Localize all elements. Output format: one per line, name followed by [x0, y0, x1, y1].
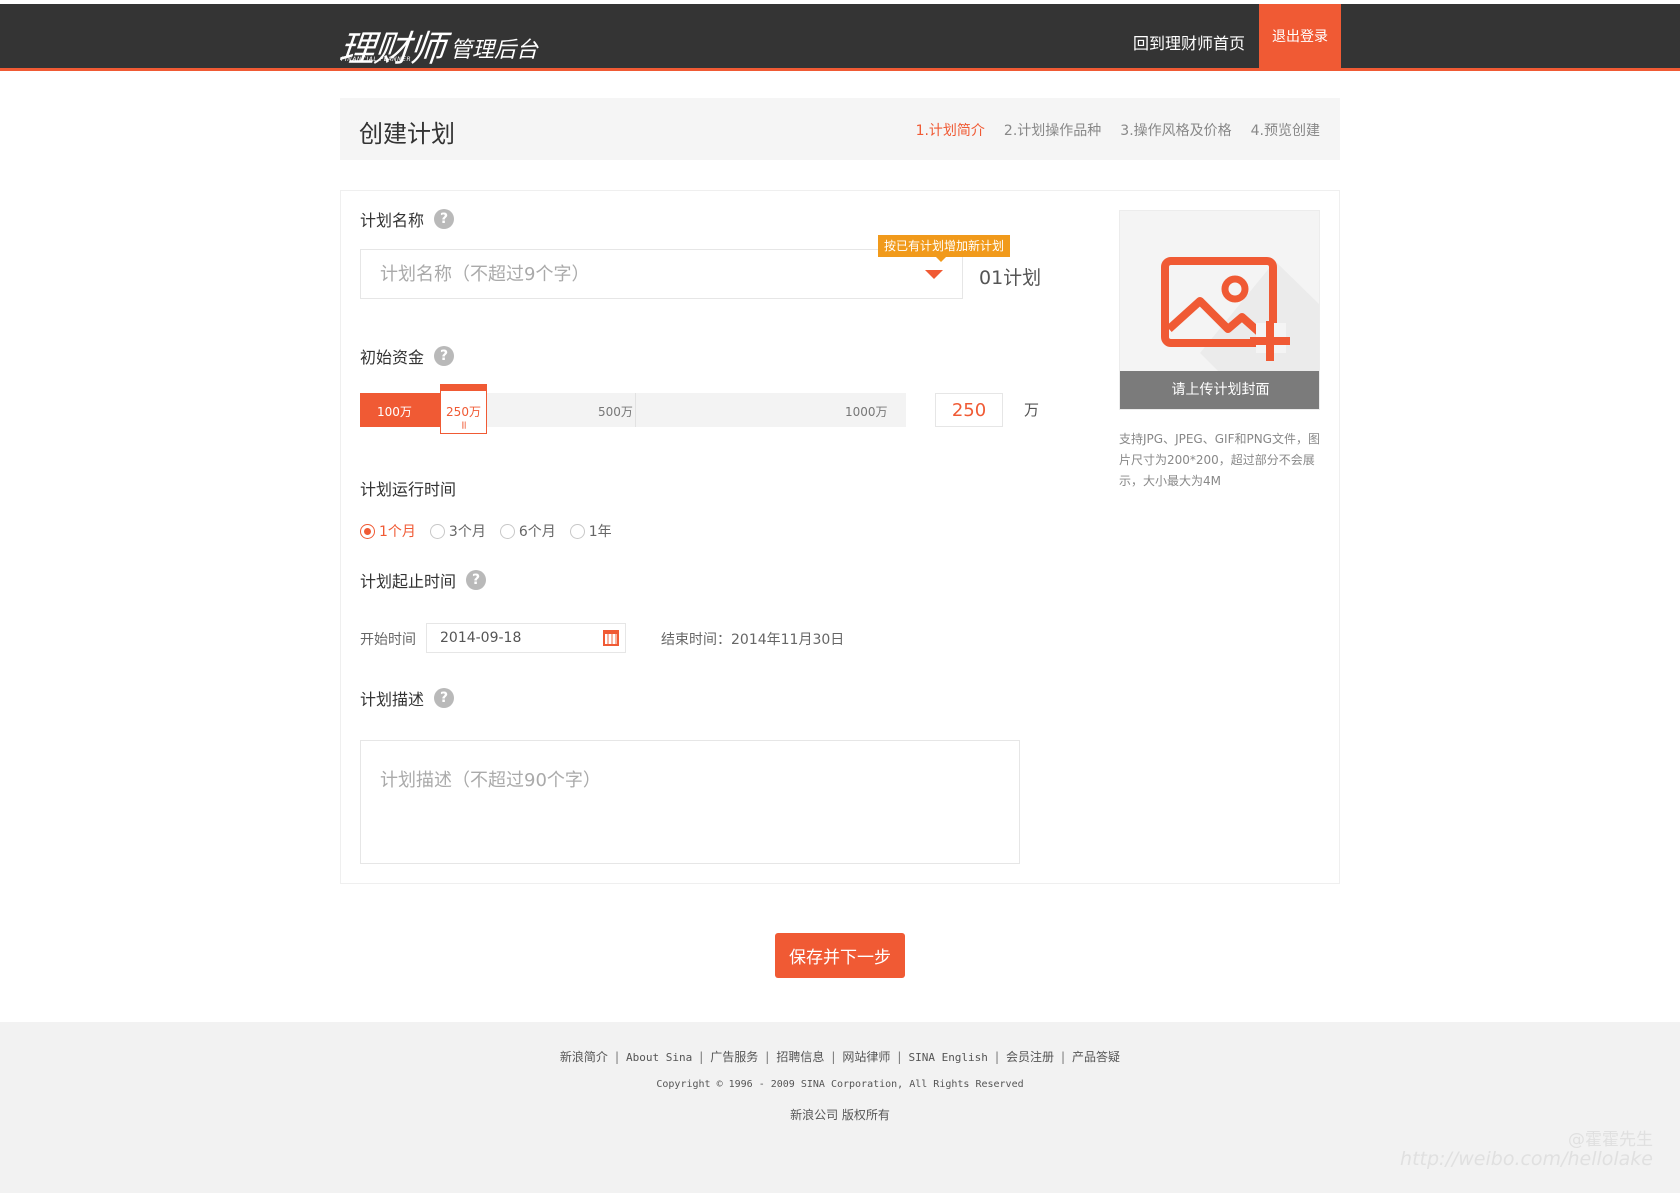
footer-separator: |: [831, 1050, 836, 1064]
duration-option-6m[interactable]: 6个月: [499, 521, 556, 541]
logo[interactable]: 理财师 FINANCIAL PLANNER 管理后台: [336, 12, 539, 70]
plan-name-suffix: 01计划: [979, 267, 1042, 289]
plan-name-label-text: 计划名称: [360, 211, 425, 230]
capital-label: 初始资金 ?: [360, 344, 455, 368]
footer-separator: |: [994, 1050, 999, 1064]
cover-upload[interactable]: 请上传计划封面: [1119, 210, 1320, 410]
logo-brand: 理财师: [336, 29, 447, 70]
step-indicator: 1.计划简介 2.计划操作品种 3.操作风格及价格 4.预览创建: [916, 120, 1320, 140]
watermark-author: @霍霍先生: [1568, 1130, 1653, 1150]
plan-form: 计划名称 ? 按已有计划增加新计划 01计划 初始资金 ? 100万 500万 …: [340, 190, 1340, 884]
step-3[interactable]: 3.操作风格及价格: [1120, 120, 1231, 140]
footer-link-about[interactable]: 新浪简介: [560, 1050, 608, 1064]
footer-link-english[interactable]: SINA English: [908, 1051, 987, 1064]
footer-link-lawyer[interactable]: 网站律师: [842, 1050, 890, 1064]
page-title: 创建计划: [359, 120, 455, 148]
existing-plan-tooltip[interactable]: 按已有计划增加新计划: [878, 235, 1011, 262]
footer-link-jobs[interactable]: 招聘信息: [776, 1050, 824, 1064]
grip-icon: |||: [461, 421, 466, 429]
save-next-button[interactable]: 保存并下一步: [775, 933, 905, 978]
step-1[interactable]: 1.计划简介: [916, 120, 985, 140]
slider-divider: [635, 393, 636, 427]
help-icon[interactable]: ?: [434, 209, 455, 229]
description-label-text: 计划描述: [360, 690, 425, 709]
radio-icon: [429, 523, 445, 539]
slider-tick-max: 1000万: [845, 405, 888, 419]
footer-separator: |: [765, 1050, 770, 1064]
logout-button[interactable]: 退出登录: [1259, 4, 1341, 71]
start-date-input[interactable]: [426, 623, 626, 653]
description-label: 计划描述 ?: [360, 686, 455, 710]
step-2[interactable]: 2.计划操作品种: [1004, 120, 1101, 140]
footer-separator: |: [614, 1050, 619, 1064]
plan-name-input[interactable]: [360, 249, 963, 299]
footer-link-register[interactable]: 会员注册: [1006, 1050, 1054, 1064]
radio-icon: [360, 523, 375, 539]
duration-radio-group: 1个月 3个月 6个月 1年: [360, 521, 612, 541]
capital-amount-input[interactable]: [935, 393, 1003, 427]
help-icon[interactable]: ?: [466, 570, 487, 590]
upload-cover-button[interactable]: 请上传计划封面: [1120, 371, 1319, 409]
help-icon[interactable]: ?: [434, 346, 455, 366]
duration-option-1y[interactable]: 1年: [569, 521, 612, 541]
calendar-icon[interactable]: [603, 630, 619, 646]
image-add-icon: [1161, 257, 1319, 373]
copyright-text: Copyright © 1996 - 2009 SINA Corporation…: [656, 1079, 1024, 1090]
duration-option-3m[interactable]: 3个月: [429, 521, 486, 541]
footer-separator: |: [897, 1050, 902, 1064]
end-time-text: 结束时间：2014年11月30日: [661, 632, 845, 648]
slider-handle[interactable]: 250万 |||: [440, 384, 487, 434]
footer-link-about-en[interactable]: About Sina: [626, 1051, 692, 1064]
radio-label: 1个月: [379, 524, 416, 540]
radio-label: 1年: [588, 524, 612, 540]
logo-suffix: 管理后台: [450, 38, 539, 63]
rights-text: 新浪公司 版权所有: [790, 1108, 890, 1122]
slider-tick-min: 100万: [377, 405, 412, 419]
dropdown-arrow-icon[interactable]: [925, 270, 943, 279]
description-textarea[interactable]: [360, 740, 1020, 864]
radio-label: 6个月: [518, 524, 556, 540]
help-icon[interactable]: ?: [434, 688, 455, 708]
capital-label-text: 初始资金: [360, 348, 425, 367]
start-time-label: 开始时间: [360, 632, 416, 648]
upload-hint: 支持JPG、JPEG、GIF和PNG文件，图片尺寸为200*200，超过部分不会…: [1119, 432, 1320, 488]
footer-link-faq[interactable]: 产品答疑: [1072, 1050, 1120, 1064]
footer-separator: |: [1061, 1050, 1066, 1064]
watermark-url: http://weibo.com/hellolake: [1400, 1148, 1653, 1170]
slider-handle-value: 250万: [446, 405, 481, 419]
page-header: 创建计划 1.计划简介 2.计划操作品种 3.操作风格及价格 4.预览创建: [340, 98, 1340, 160]
period-label: 计划起止时间 ?: [360, 568, 487, 592]
period-label-text: 计划起止时间: [360, 572, 457, 591]
capital-unit: 万: [1024, 401, 1040, 419]
slider-tick-mid: 500万: [598, 405, 633, 419]
footer-links: 新浪简介 | About Sina | 广告服务 | 招聘信息 | 网站律师 | SINA Engl…: [0, 1048, 1680, 1065]
home-link[interactable]: 回到理财师首页: [1133, 30, 1245, 54]
logo-subtitle: FINANCIAL PLANNER: [341, 56, 412, 63]
radio-icon: [569, 523, 585, 539]
footer-link-ads[interactable]: 广告服务: [710, 1050, 758, 1064]
duration-label-text: 计划运行时间: [360, 480, 457, 499]
duration-label: 计划运行时间: [360, 476, 456, 500]
radio-label: 3个月: [448, 524, 486, 540]
step-4[interactable]: 4.预览创建: [1251, 120, 1320, 140]
radio-icon: [499, 523, 515, 539]
footer-separator: |: [699, 1050, 704, 1064]
top-navbar: 理财师 FINANCIAL PLANNER 管理后台 回到理财师首页: [0, 4, 1680, 71]
duration-option-1m[interactable]: 1个月: [360, 521, 416, 541]
plan-name-label: 计划名称 ?: [360, 207, 455, 231]
